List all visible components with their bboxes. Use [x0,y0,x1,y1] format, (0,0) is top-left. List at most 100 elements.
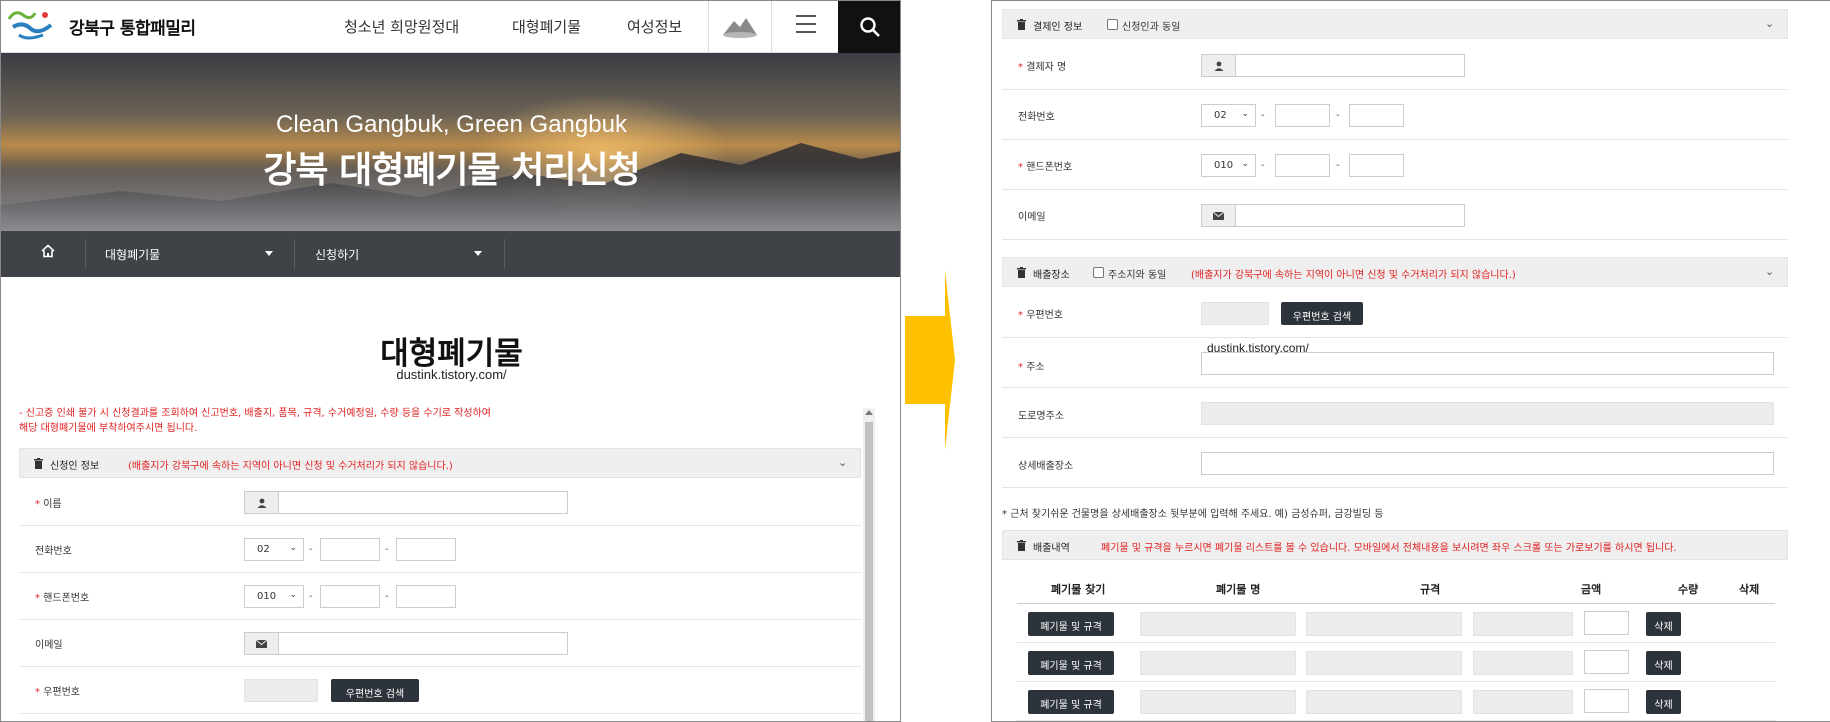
mobile-prefix-select[interactable]: 010 ⌄ [1201,154,1256,177]
mobile-middle-input[interactable] [320,585,380,608]
applicant-email-input[interactable] [278,632,568,655]
trash-icon [1017,540,1026,551]
mobile-last-input[interactable] [1349,154,1404,177]
delete-button[interactable]: 삭제 [1646,612,1681,636]
items-section-header[interactable]: 배출내역 폐기물 및 규격을 누르시면 폐기물 리스트를 볼 수 있습니다. 모… [1002,530,1788,560]
mobile-prefix-select[interactable]: 010 ⌄ [244,585,304,608]
dash-separator: - [1261,110,1265,121]
quantity-input[interactable] [1584,650,1629,674]
nav-women-info[interactable]: 여성정보 [627,16,682,37]
discharge-section-header[interactable]: 배출장소 주소지와 동일 (배출지가 강북구에 속하는 지역이 아니면 신청 및… [1002,257,1788,287]
checkbox-label: 신청인과 동일 [1122,22,1181,33]
phone-last-input[interactable] [1349,104,1404,127]
find-waste-button[interactable]: 폐기물 및 규격 [1028,651,1114,675]
nav-youth[interactable]: 청소년 희망원정대 [344,16,459,37]
form-row-road-address: 도로명주소 [1002,388,1788,438]
field-label: 전화번호 [35,546,72,557]
chevron-down-icon: ⌄ [289,543,297,553]
chevron-down-icon[interactable]: ⌄ [1765,265,1774,278]
breadcrumb-apply[interactable]: 신청하기 [315,246,359,263]
scrollbar-thumb[interactable] [865,422,873,721]
form-row-email: 이메일 [19,620,861,667]
payer-email-input[interactable] [1235,204,1465,227]
column-header: 수량 [1678,583,1699,596]
same-as-address-checkbox[interactable] [1093,267,1104,278]
field-label: * 이름 [35,499,62,510]
envelope-icon [244,632,279,655]
arrow-right-icon [905,270,955,450]
logo-text: 강북구 통합패밀리 [69,19,196,39]
phone-middle-input[interactable] [320,538,380,561]
home-icon[interactable] [41,244,55,258]
road-address-input [1201,402,1774,425]
hamburger-menu-icon[interactable] [796,15,816,33]
detail-place-hint: * 근처 찾기쉬운 건물명을 상세배출장소 뒷부분에 입력해 주세요. 예) 금… [1002,509,1384,520]
chevron-down-icon[interactable] [265,251,273,256]
field-label: * 핸드폰번호 [35,593,90,604]
hero-subtitle: Clean Gangbuk, Green Gangbuk [276,111,627,138]
field-label: 전화번호 [1018,112,1055,123]
applicant-name-input[interactable] [278,491,568,514]
delete-button[interactable]: 삭제 [1646,690,1681,714]
field-label: 이메일 [1018,212,1046,223]
phone-middle-input[interactable] [1275,104,1330,127]
comparison-canvas: 강북구 통합패밀리 청소년 희망원정대 대형폐기물 여성정보 Clean Gan… [0,0,1830,722]
postcode-input[interactable] [1201,302,1269,325]
form-row-name: * 이름 [19,479,861,526]
phone-area-select[interactable]: 02 ⌄ [1201,104,1256,127]
search-button[interactable] [838,1,900,53]
site-logo[interactable]: 강북구 통합패밀리 [5,5,225,45]
find-waste-button[interactable]: 폐기물 및 규격 [1028,690,1114,714]
notice-line: - 신고증 인쇄 불가 시 신청결과를 조회하여 신고번호, 배출지, 품목, … [19,408,491,419]
gangbuk-logo-mark [7,11,53,40]
chevron-down-icon[interactable] [474,251,482,256]
phone-last-input[interactable] [396,538,456,561]
breadcrumb-divider [85,239,86,269]
field-label: * 핸드폰번호 [1018,162,1073,173]
nav-large-waste[interactable]: 대형폐기물 [512,16,581,37]
payer-section-header[interactable]: 결제인 정보 신청인과 동일 ⌄ [1002,9,1788,39]
breadcrumb: 대형폐기물 신청하기 [1,231,900,277]
postcode-input[interactable] [244,679,318,702]
quantity-input[interactable] [1584,689,1629,713]
header-divider [771,1,772,53]
hero-title: 강북 대형폐기물 처리신청 [263,150,640,191]
column-header: 폐기물 찾기 [1051,583,1106,596]
form-row-payer-email: 이메일 [1002,190,1788,240]
dash-separator: - [1261,160,1265,171]
field-label: 상세배출장소 [1018,461,1074,472]
breadcrumb-large-waste[interactable]: 대형폐기물 [105,246,160,263]
form-row-payer-mobile: * 핸드폰번호 010 ⌄ - - [1002,140,1788,190]
find-waste-button[interactable]: 폐기물 및 규격 [1028,612,1114,636]
chevron-down-icon[interactable]: ⌄ [1765,17,1774,30]
mountain-icon[interactable] [721,13,759,39]
postcode-search-button[interactable]: 우편번호 검색 [1281,302,1363,325]
hero-banner: Clean Gangbuk, Green Gangbuk 강북 대형폐기물 처리… [1,53,900,231]
price-cell [1473,690,1573,714]
postcode-search-button[interactable]: 우편번호 검색 [331,679,419,702]
breadcrumb-divider [294,239,295,269]
same-as-applicant-checkbox[interactable] [1107,19,1118,30]
site-header: 강북구 통합패밀리 청소년 희망원정대 대형폐기물 여성정보 [1,1,900,53]
price-cell [1473,651,1573,675]
spec-cell [1306,612,1462,636]
phone-area-select[interactable]: 02 ⌄ [244,538,304,561]
dash-separator: - [309,544,313,555]
mobile-last-input[interactable] [396,585,456,608]
payer-name-input[interactable] [1235,54,1465,77]
breadcrumb-divider [504,239,505,269]
delete-button[interactable]: 삭제 [1646,651,1681,675]
column-header: 규격 [1420,583,1441,596]
section-warning: (배출지가 강북구에 속하는 지역이 아니면 신청 및 수거처리가 되지 않습니… [128,461,453,472]
mobile-middle-input[interactable] [1275,154,1330,177]
form-row-phone: 전화번호 02 ⌄ - - [19,526,861,573]
address-input[interactable] [1201,352,1774,375]
applicant-section-header[interactable]: 신청인 정보 (배출지가 강북구에 속하는 지역이 아니면 신청 및 수거처리가… [19,448,861,478]
trash-icon [1017,19,1026,30]
field-label: 도로명주소 [1018,411,1064,422]
detail-place-input[interactable] [1201,452,1774,475]
dash-separator: - [385,591,389,602]
chevron-down-icon[interactable]: ⌄ [838,456,847,469]
scroll-up-arrow-icon[interactable] [865,410,873,415]
quantity-input[interactable] [1584,611,1629,635]
